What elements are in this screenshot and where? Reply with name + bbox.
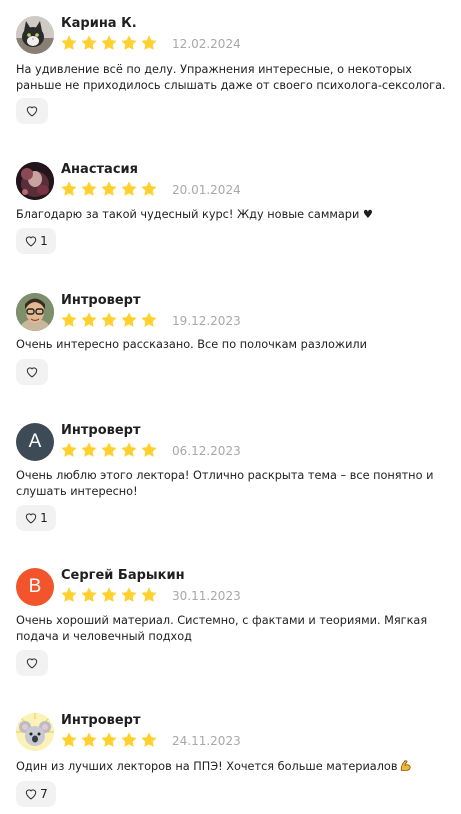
like-count: 1 <box>40 511 48 525</box>
review-author: Анастасия <box>61 162 138 177</box>
star-icon <box>120 311 138 329</box>
star-rating <box>60 311 160 329</box>
flexed-biceps-icon <box>399 759 412 777</box>
review-date: 19.12.2023 <box>172 314 241 328</box>
star-icon <box>60 311 78 329</box>
review-author: Интроверт <box>61 713 141 728</box>
star-icon <box>140 311 158 329</box>
like-button[interactable] <box>16 359 48 385</box>
person-glasses-avatar <box>16 293 54 331</box>
dark-portrait-avatar <box>16 162 54 200</box>
star-icon <box>120 586 138 604</box>
star-icon <box>140 731 158 749</box>
review-date: 30.11.2023 <box>172 589 241 603</box>
star-icon <box>140 180 158 198</box>
avatar[interactable]: В <box>16 568 54 606</box>
review-author: Карина К. <box>61 16 137 31</box>
heart-icon <box>24 787 38 801</box>
review-text: Очень интересно рассказано. Все по полоч… <box>16 338 367 351</box>
star-icon <box>120 731 138 749</box>
like-button[interactable] <box>16 650 48 676</box>
avatar-letter: А <box>28 431 42 452</box>
star-rating <box>60 586 160 604</box>
star-icon <box>100 34 118 52</box>
star-icon <box>60 586 78 604</box>
review-text: Очень хороший материал. Системно, с факт… <box>16 614 428 643</box>
review-date: 24.11.2023 <box>172 734 241 748</box>
review-text: На удивление всё по делу. Упражнения инт… <box>16 63 446 92</box>
like-count: 1 <box>40 234 48 248</box>
like-button[interactable]: 1 <box>16 228 56 254</box>
star-icon <box>120 34 138 52</box>
star-icon <box>140 441 158 459</box>
star-icon <box>60 34 78 52</box>
star-icon <box>60 180 78 198</box>
star-icon <box>60 731 78 749</box>
like-button[interactable] <box>16 98 48 124</box>
like-count: 7 <box>40 787 48 801</box>
star-icon <box>100 441 118 459</box>
star-icon <box>80 586 98 604</box>
review-date: 12.02.2024 <box>172 37 241 51</box>
star-icon <box>80 311 98 329</box>
star-icon <box>80 34 98 52</box>
avatar[interactable]: А <box>16 423 54 461</box>
star-icon <box>80 441 98 459</box>
review-text: Очень люблю этого лектора! Отлично раскр… <box>16 469 434 498</box>
avatar[interactable] <box>16 713 54 751</box>
cat-photo-avatar <box>16 16 54 54</box>
review-date: 06.12.2023 <box>172 444 241 458</box>
heart-icon <box>24 234 38 248</box>
heart-icon <box>25 104 39 118</box>
star-icon <box>100 586 118 604</box>
star-icon <box>100 180 118 198</box>
review-author: Интроверт <box>61 293 141 308</box>
review-date: 20.01.2024 <box>172 183 241 197</box>
star-icon <box>80 180 98 198</box>
like-button[interactable]: 7 <box>16 781 56 807</box>
star-icon <box>60 441 78 459</box>
star-rating <box>60 731 160 749</box>
avatar-letter: В <box>28 576 42 597</box>
star-icon <box>140 586 158 604</box>
review-author: Сергей Барыкин <box>61 568 185 583</box>
heart-icon <box>24 511 38 525</box>
star-rating <box>60 34 160 52</box>
star-rating <box>60 441 160 459</box>
heart-icon <box>25 656 39 670</box>
star-rating <box>60 180 160 198</box>
like-button[interactable]: 1 <box>16 505 56 531</box>
avatar[interactable] <box>16 162 54 200</box>
review-text: Один из лучших лекторов на ППЭ! Хочется … <box>16 759 448 777</box>
star-icon <box>80 731 98 749</box>
star-icon <box>120 441 138 459</box>
review-text: Благодарю за такой чудесный курс! Жду но… <box>16 208 374 221</box>
review-author: Интроверт <box>61 423 141 438</box>
star-icon <box>100 731 118 749</box>
review-text-content: Один из лучших лекторов на ППЭ! Хочется … <box>16 760 398 773</box>
star-icon <box>120 180 138 198</box>
avatar[interactable] <box>16 16 54 54</box>
star-icon <box>100 311 118 329</box>
heart-icon <box>25 365 39 379</box>
koala-illustration-avatar <box>16 713 54 751</box>
star-icon <box>140 34 158 52</box>
avatar[interactable] <box>16 293 54 331</box>
